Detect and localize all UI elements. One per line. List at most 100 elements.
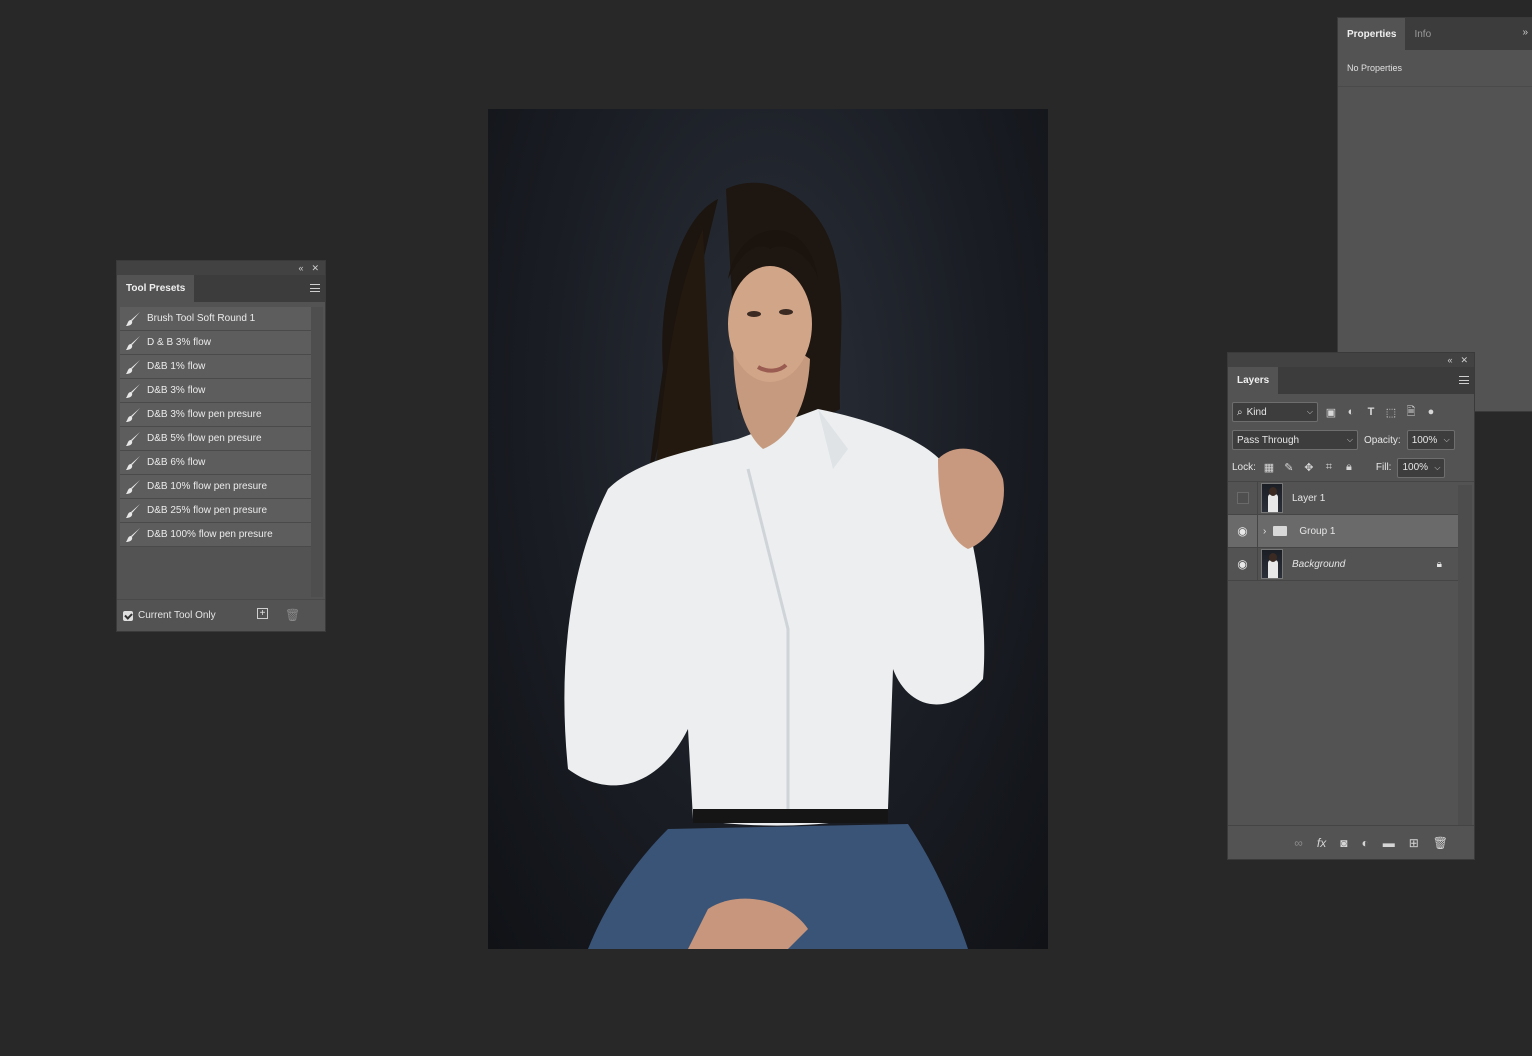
filter-toggle-icon[interactable]: ● <box>1424 405 1438 419</box>
list-item[interactable]: D&B 25% flow pen presure <box>120 499 312 523</box>
properties-message: No Properties <box>1338 50 1532 87</box>
list-item[interactable]: D&B 5% flow pen presure <box>120 427 312 451</box>
lock-all-icon[interactable]: 🔒︎ <box>1342 461 1356 475</box>
fill-label: Fill: <box>1375 462 1392 473</box>
list-item[interactable]: D & B 3% flow <box>120 331 312 355</box>
new-layer-icon[interactable]: ⊞ <box>1409 836 1419 850</box>
brush-icon <box>120 356 146 378</box>
layer-thumbnail <box>1261 483 1283 513</box>
smart-object-filter-icon[interactable]: 🗎︎ <box>1404 405 1418 419</box>
layers-list: Layer 1 ◉ › Group 1 ◉ Background 🔒︎ <box>1228 481 1458 581</box>
double-chevron-right-icon[interactable]: » <box>1522 27 1528 38</box>
list-item[interactable]: D&B 3% flow <box>120 379 312 403</box>
layer-filter-value: Kind <box>1246 406 1267 418</box>
preset-label: D & B 3% flow <box>147 337 211 348</box>
layer-row[interactable]: ◉ › Group 1 <box>1228 514 1458 548</box>
lock-row: Lock: ▦ ✎ ✥ ⌗ 🔒︎ Fill: 100% ⌵ <box>1228 454 1474 482</box>
lock-icon: 🔒︎ <box>1436 558 1442 570</box>
shape-layer-filter-icon[interactable]: ⬚ <box>1384 405 1398 419</box>
visibility-toggle[interactable] <box>1228 481 1258 515</box>
fx-icon[interactable]: fx <box>1317 836 1326 850</box>
link-icon[interactable]: ∞ <box>1294 836 1303 850</box>
list-item[interactable]: D&B 3% flow pen presure <box>120 403 312 427</box>
preset-label: D&B 100% flow pen presure <box>147 529 273 540</box>
lock-position-icon[interactable]: ✥ <box>1302 461 1316 475</box>
preset-label: D&B 10% flow pen presure <box>147 481 268 492</box>
layers-footer: ∞ fx ◙ ◐ ▬ ⊞ 🗑︎ <box>1228 825 1474 859</box>
list-item[interactable]: D&B 100% flow pen presure <box>120 523 312 547</box>
visibility-toggle[interactable]: ◉ <box>1228 547 1258 581</box>
chevron-down-icon[interactable]: ⌵ <box>1434 463 1440 473</box>
double-chevron-left-icon[interactable]: « <box>1447 355 1452 365</box>
lock-image-icon[interactable]: ✎ <box>1282 461 1296 475</box>
layer-filter-row: ⌕ Kind ⌵ ▣ ◐ T ⬚ 🗎︎ ● <box>1228 398 1474 426</box>
layer-name: Group 1 <box>1299 525 1336 537</box>
close-icon[interactable]: ✕ <box>311 263 319 274</box>
mask-icon[interactable]: ◙ <box>1340 836 1347 850</box>
portrait-photo <box>564 182 1004 949</box>
layer-filter-select[interactable]: ⌕ Kind ⌵ <box>1232 402 1318 422</box>
layer-name: Background <box>1292 558 1346 570</box>
tab-layers[interactable]: Layers <box>1228 367 1279 394</box>
lock-transparent-icon[interactable]: ▦ <box>1262 461 1276 475</box>
blend-mode-value: Pass Through <box>1237 434 1300 446</box>
panel-menu-icon[interactable] <box>1459 376 1469 384</box>
layer-row[interactable]: ◉ Background 🔒︎ <box>1228 547 1458 581</box>
trash-icon[interactable]: 🗑︎ <box>1433 836 1448 850</box>
panel-menu-icon[interactable] <box>310 284 320 292</box>
brush-icon <box>120 476 146 498</box>
tab-info[interactable]: Info <box>1405 18 1440 50</box>
lock-artboard-icon[interactable]: ⌗ <box>1322 461 1336 475</box>
list-item[interactable]: Brush Tool Soft Round 1 <box>120 307 312 331</box>
opacity-field[interactable]: 100% ⌵ <box>1406 430 1455 450</box>
panel-header-bar: « ✕ <box>1228 353 1474 367</box>
preset-label: D&B 3% flow <box>147 385 206 396</box>
chevron-down-icon[interactable]: ⌵ <box>1444 435 1450 445</box>
brush-icon <box>120 308 146 330</box>
tab-tool-presets[interactable]: Tool Presets <box>117 275 195 302</box>
search-icon: ⌕ <box>1237 406 1243 418</box>
tool-presets-footer: Current Tool Only + 🗑︎ <box>117 599 325 631</box>
folder-icon <box>1273 526 1288 536</box>
current-tool-only-checkbox[interactable] <box>123 610 133 621</box>
scrollbar[interactable] <box>1458 485 1472 825</box>
layer-row[interactable]: Layer 1 <box>1228 481 1458 515</box>
opacity-value: 100% <box>1411 434 1438 446</box>
preset-label: D&B 5% flow pen presure <box>147 433 262 444</box>
chevron-down-icon: ⌵ <box>1346 435 1353 444</box>
blend-mode-select[interactable]: Pass Through ⌵ <box>1232 430 1358 450</box>
new-group-icon[interactable]: ▬ <box>1383 836 1395 850</box>
new-preset-icon[interactable]: + <box>257 608 268 619</box>
tool-presets-list: Brush Tool Soft Round 1 D & B 3% flow D&… <box>120 307 312 547</box>
lock-label: Lock: <box>1232 462 1256 473</box>
brush-icon <box>120 452 146 474</box>
brush-icon <box>120 380 146 402</box>
adjustment-layer-icon[interactable]: ◐ <box>1361 836 1368 850</box>
type-layer-filter-icon[interactable]: T <box>1364 405 1378 419</box>
list-item[interactable]: D&B 10% flow pen presure <box>120 475 312 499</box>
properties-tabbar: Properties Info » <box>1338 18 1532 50</box>
list-item[interactable]: D&B 1% flow <box>120 355 312 379</box>
preset-label: D&B 1% flow <box>147 361 206 372</box>
brush-icon <box>120 428 146 450</box>
chevron-down-icon: ⌵ <box>1306 407 1313 416</box>
current-tool-only-label: Current Tool Only <box>138 610 216 621</box>
visibility-toggle[interactable]: ◉ <box>1228 514 1258 548</box>
close-icon[interactable]: ✕ <box>1460 355 1468 366</box>
document-canvas[interactable] <box>488 109 1048 949</box>
scrollbar[interactable] <box>311 307 323 597</box>
visibility-off-box-icon <box>1236 492 1249 504</box>
double-chevron-left-icon[interactable]: « <box>298 263 303 273</box>
eye-icon: ◉ <box>1237 524 1248 538</box>
opacity-label: Opacity: <box>1364 434 1401 446</box>
chevron-right-icon[interactable]: › <box>1263 526 1266 537</box>
tab-properties[interactable]: Properties <box>1338 18 1406 50</box>
fill-field[interactable]: 100% ⌵ <box>1397 457 1446 478</box>
trash-icon[interactable]: 🗑︎ <box>285 608 300 622</box>
list-item[interactable]: D&B 6% flow <box>120 451 312 475</box>
adjustment-layer-filter-icon[interactable]: ◐ <box>1344 405 1358 419</box>
tool-presets-tabbar: Tool Presets <box>117 275 325 302</box>
pixel-layer-filter-icon[interactable]: ▣ <box>1324 405 1338 419</box>
tool-presets-panel: « ✕ Tool Presets Brush Tool Soft Round 1… <box>116 260 326 632</box>
layer-name: Layer 1 <box>1292 492 1326 504</box>
